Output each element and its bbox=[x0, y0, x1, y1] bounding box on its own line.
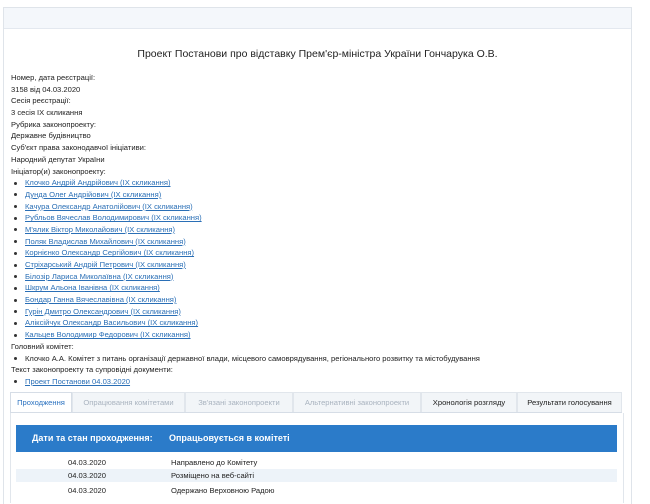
initiator-link[interactable]: М'ялик Віктор Миколайович (IX скликання) bbox=[25, 225, 175, 234]
list-item: Білозір Лариса Миколаївна (IX скликання) bbox=[11, 271, 621, 283]
initiator-link[interactable]: Клочко Андрій Андрійович (IX скликання) bbox=[25, 178, 170, 187]
list-item: Кальцев Володимир Федорович (IX скликанн… bbox=[11, 329, 621, 341]
subject-value: Народний депутат України bbox=[11, 154, 105, 164]
rubric-label: Рубрика законопроекту: bbox=[11, 119, 96, 129]
list-item: Дунда Олег Андрійович (IX скликання) bbox=[11, 189, 621, 201]
list-item: Корнієнко Олександр Сергійович (IX склик… bbox=[11, 247, 621, 259]
initiator-link[interactable]: Рубльов Вячеслав Володимирович (IX склик… bbox=[25, 213, 202, 222]
initiators-label: Ініціатор(и) законопроекту: bbox=[11, 166, 106, 176]
initiators-list: Клочко Андрій Андрійович (IX скликання) … bbox=[11, 177, 621, 341]
committee-value: Клочко А.А. Комітет з питань організації… bbox=[11, 353, 621, 365]
list-item: Шкрум Альона Іванівна (IX скликання) bbox=[11, 282, 621, 294]
initiator-link[interactable]: Стріхарський Андрій Петрович (IX скликан… bbox=[25, 260, 186, 269]
list-item: Аліксійчук Олександр Васильович (IX скли… bbox=[11, 317, 621, 329]
initiator-link[interactable]: Кальцев Володимир Федорович (IX скликанн… bbox=[25, 330, 191, 339]
tab-committees[interactable]: Опрацювання комітетами bbox=[72, 392, 185, 412]
list-item: Гурін Дмитро Олександрович (IX скликання… bbox=[11, 306, 621, 318]
initiator-link[interactable]: Аліксійчук Олександр Васильович (IX скли… bbox=[25, 318, 198, 327]
initiator-link[interactable]: Корнієнко Олександр Сергійович (IX склик… bbox=[25, 248, 194, 257]
row-date: 04.03.2020 bbox=[68, 486, 107, 495]
passage-panel: Дати та стан проходження: Опрацьовується… bbox=[10, 413, 624, 503]
tab-voting-results[interactable]: Результати голосування bbox=[517, 392, 622, 412]
header-dates: Дати та стан проходження: bbox=[32, 433, 153, 443]
reg-label: Номер, дата реєстрації: bbox=[11, 73, 96, 82]
row-status: Направлено до Комітету bbox=[171, 458, 258, 467]
header-status: Опрацьовується в комітеті bbox=[169, 433, 290, 443]
initiator-link[interactable]: Дунда Олег Андрійович (IX скликання) bbox=[25, 190, 161, 199]
tab-passage[interactable]: Проходження bbox=[10, 392, 72, 412]
list-item: М'ялик Віктор Миколайович (IX скликання) bbox=[11, 224, 621, 236]
row-date: 04.03.2020 bbox=[68, 471, 107, 480]
row-status: Одержано Верховною Радою bbox=[171, 486, 275, 495]
initiator-link[interactable]: Качура Олександр Анатолійович (IX склика… bbox=[25, 202, 193, 211]
bill-info: Номер, дата реєстрації: 3158 від 04.03.2… bbox=[11, 72, 621, 388]
document-link[interactable]: Проект Постанови 04.03.2020 bbox=[25, 377, 130, 386]
list-item: Поляк Владислав Михайлович (IX скликання… bbox=[11, 236, 621, 248]
table-row: 04.03.2020 Розміщено на веб-сайті bbox=[16, 469, 617, 482]
page-title: Проект Постанови про відставку Прем'єр-м… bbox=[137, 48, 498, 60]
row-date: 04.03.2020 bbox=[68, 458, 107, 467]
tab-alternative-bills[interactable]: Альтернативні законопроекти bbox=[293, 392, 421, 412]
initiator-link[interactable]: Поляк Владислав Михайлович (IX скликання… bbox=[25, 237, 186, 246]
subject-label: Суб'єкт права законодавчої ініціативи: bbox=[11, 143, 146, 153]
list-item: Бондар Ганна Вячеславівна (IX скликання) bbox=[11, 294, 621, 306]
tab-linked-bills[interactable]: Зв'язані законопроекти bbox=[185, 392, 293, 412]
tab-bar: Проходження Опрацювання комітетами Зв'яз… bbox=[10, 392, 622, 413]
committee-label: Головний комітет: bbox=[11, 341, 74, 351]
initiator-link[interactable]: Шкрум Альона Іванівна (IX скликання) bbox=[25, 283, 160, 292]
tab-chronology[interactable]: Хронологія розгляду bbox=[421, 392, 517, 412]
list-item: Качура Олександр Анатолійович (IX склика… bbox=[11, 201, 621, 213]
initiator-link[interactable]: Білозір Лариса Миколаївна (IX скликання) bbox=[25, 272, 173, 281]
rubric-value: Державне будівництво bbox=[11, 131, 91, 141]
table-header: Дати та стан проходження: Опрацьовується… bbox=[16, 425, 617, 452]
session-value: 3 сесія IX скликання bbox=[11, 108, 83, 118]
list-item: Рубльов Вячеслав Володимирович (IX склик… bbox=[11, 212, 621, 224]
list-item: Клочко Андрій Андрійович (IX скликання) bbox=[11, 177, 621, 189]
top-bar bbox=[4, 8, 631, 29]
table-row: 04.03.2020 Направлено до Комітету bbox=[16, 456, 617, 469]
initiator-link[interactable]: Гурін Дмитро Олександрович (IX скликання… bbox=[25, 307, 181, 316]
docs-label: Текст законопроекту та супровідні докуме… bbox=[11, 365, 173, 375]
list-item: Проект Постанови 04.03.2020 bbox=[11, 376, 621, 388]
row-status: Розміщено на веб-сайті bbox=[171, 471, 255, 480]
session-label: Сесія реєстрації: bbox=[11, 96, 71, 106]
initiator-link[interactable]: Бондар Ганна Вячеславівна (IX скликання) bbox=[25, 295, 176, 304]
list-item: Стріхарський Андрій Петрович (IX скликан… bbox=[11, 259, 621, 271]
table-row: 04.03.2020 Одержано Верховною Радою bbox=[16, 484, 617, 497]
reg-value: 3158 від 04.03.2020 bbox=[11, 84, 81, 94]
